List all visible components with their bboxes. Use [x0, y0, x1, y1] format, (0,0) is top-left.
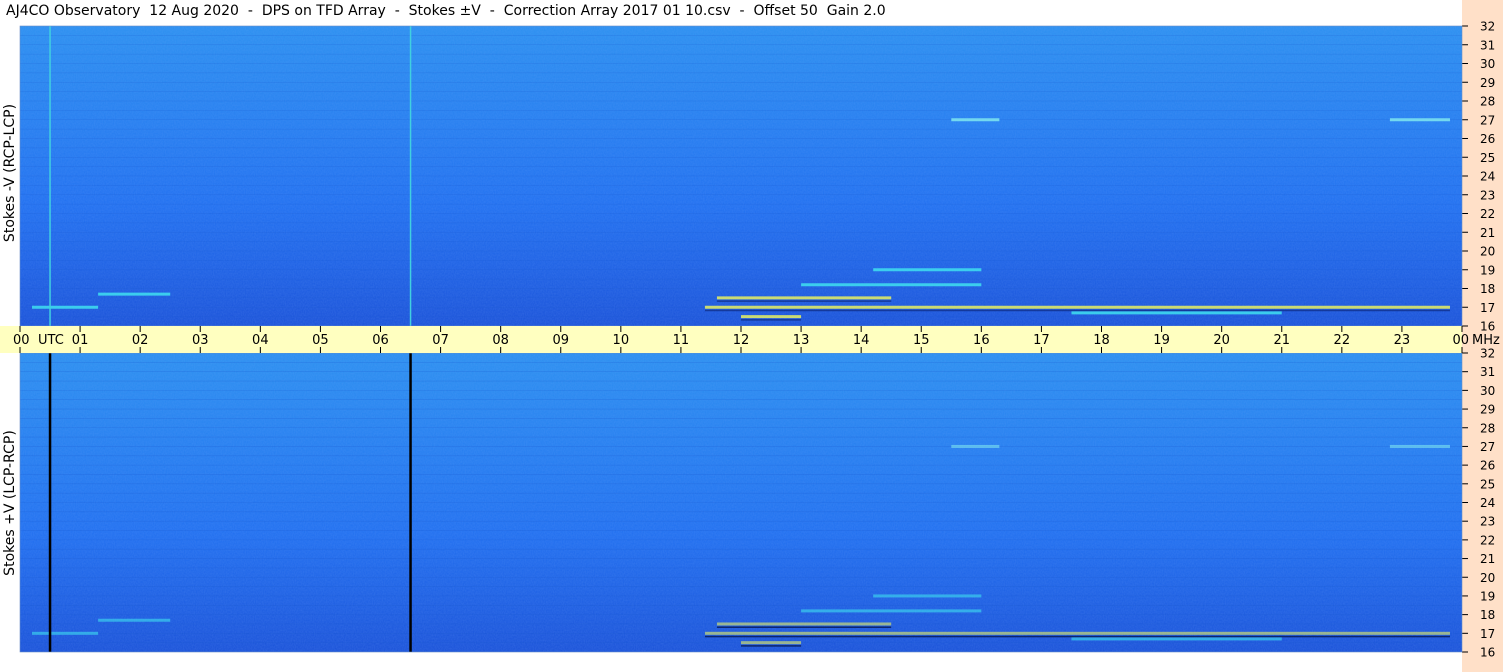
- frequency-tick-label: 18: [1480, 282, 1495, 296]
- frequency-tick-label: 17: [1480, 627, 1495, 641]
- time-tick-label: 22: [1334, 333, 1351, 348]
- frequency-tick-label: 25: [1480, 151, 1495, 165]
- burst-mark: [801, 609, 982, 613]
- time-tick-label: 17: [1033, 333, 1050, 348]
- burst-mark: [1389, 118, 1450, 122]
- time-tick-label: 20: [1213, 333, 1230, 348]
- frequency-tick-label: 17: [1480, 301, 1495, 315]
- frequency-tick-label: 31: [1480, 365, 1495, 379]
- frequency-tick-label: 26: [1480, 459, 1495, 473]
- frequency-tick-label: 21: [1480, 552, 1495, 566]
- spectrogram-chart: 32 31 30 29 28 27 26 25 24 23 22 21 20 19 18 17 16 32 31 30…: [0, 0, 1503, 672]
- burst-mark: [873, 594, 982, 598]
- frequency-tick-label: 32: [1480, 20, 1495, 34]
- time-axis-band: [0, 326, 1462, 353]
- frequency-tick-label: 29: [1480, 403, 1495, 417]
- burst-shadow: [741, 645, 802, 647]
- time-tick-label: 03: [192, 333, 209, 348]
- burst-mark: [704, 305, 1450, 309]
- frequency-tick-label: 28: [1480, 421, 1495, 435]
- burst-shadow: [741, 319, 802, 321]
- frequency-tick-label: 27: [1480, 440, 1495, 454]
- frequency-tick-label: 32: [1480, 347, 1495, 361]
- time-tick-label: 11: [673, 333, 690, 348]
- frequency-tick-label: 18: [1480, 608, 1495, 622]
- frequency-tick-label: 16: [1480, 646, 1495, 660]
- burst-mark: [741, 315, 802, 319]
- burst-mark: [801, 283, 982, 287]
- frequency-tick-label: 29: [1480, 76, 1495, 90]
- time-tick-label: 23: [1394, 333, 1411, 348]
- time-tick-label: 13: [793, 333, 810, 348]
- frequency-tick-label: 30: [1480, 384, 1495, 398]
- burst-mark: [1071, 311, 1282, 315]
- time-tick-label: 05: [312, 333, 329, 348]
- frequency-tick-label: 19: [1480, 263, 1495, 277]
- time-axis-unit-label: UTC: [38, 333, 64, 348]
- frequency-tick-label: 31: [1480, 38, 1495, 52]
- frequency-tick-label: 20: [1480, 245, 1495, 259]
- time-tick-label: 14: [853, 333, 870, 348]
- burst-mark: [716, 622, 892, 626]
- time-tick-label: 21: [1273, 333, 1290, 348]
- frequency-tick-label: 22: [1480, 533, 1495, 547]
- time-tick-label: 02: [132, 333, 149, 348]
- frequency-tick-label: 30: [1480, 57, 1495, 71]
- time-tick-label: 00: [13, 333, 30, 348]
- time-tick-label: 00: [1452, 333, 1469, 348]
- frequency-tick-label: 23: [1480, 515, 1495, 529]
- burst-mark: [1071, 637, 1282, 641]
- burst-shadow: [716, 626, 892, 628]
- time-tick-label: 07: [432, 333, 449, 348]
- burst-mark: [98, 618, 171, 622]
- frequency-tick-label: 27: [1480, 113, 1495, 127]
- burst-mark: [32, 631, 99, 635]
- frequency-tick-label: 28: [1480, 95, 1495, 109]
- time-tick-label: 06: [372, 333, 389, 348]
- burst-shadow: [716, 300, 892, 302]
- time-tick-label: 08: [492, 333, 509, 348]
- burst-mark: [951, 118, 1000, 122]
- time-tick-label: 18: [1093, 333, 1110, 348]
- time-tick-label: 15: [913, 333, 930, 348]
- time-tick-label: 10: [613, 333, 630, 348]
- burst-mark: [98, 292, 171, 296]
- burst-mark: [716, 296, 892, 300]
- burst-mark: [951, 444, 1000, 448]
- frequency-tick-label: 16: [1480, 320, 1495, 334]
- burst-mark: [704, 631, 1450, 635]
- time-tick-label: 12: [733, 333, 750, 348]
- frequency-tick-label: 24: [1480, 496, 1495, 510]
- time-tick-label: 16: [973, 333, 990, 348]
- frequency-tick-label: 19: [1480, 589, 1495, 603]
- time-tick-label: 09: [552, 333, 569, 348]
- frequency-unit-label: MHz: [1472, 333, 1500, 348]
- frequency-tick-label: 26: [1480, 132, 1495, 146]
- burst-mark: [873, 268, 982, 272]
- time-tick-label: 04: [252, 333, 269, 348]
- spectrogram-figure: AJ4CO Observatory 12 Aug 2020 - DPS on T…: [0, 0, 1503, 672]
- frequency-tick-label: 21: [1480, 226, 1495, 240]
- time-tick-label: 01: [72, 333, 89, 348]
- frequency-tick-label: 24: [1480, 170, 1495, 184]
- frequency-tick-label: 20: [1480, 571, 1495, 585]
- burst-shadow: [704, 635, 1450, 638]
- burst-shadow: [704, 309, 1450, 312]
- frequency-tick-label: 23: [1480, 188, 1495, 202]
- burst-mark: [1389, 444, 1450, 448]
- frequency-tick-label: 25: [1480, 477, 1495, 491]
- burst-mark: [32, 305, 99, 309]
- time-tick-label: 19: [1153, 333, 1170, 348]
- frequency-tick-label: 22: [1480, 207, 1495, 221]
- burst-mark: [741, 641, 802, 645]
